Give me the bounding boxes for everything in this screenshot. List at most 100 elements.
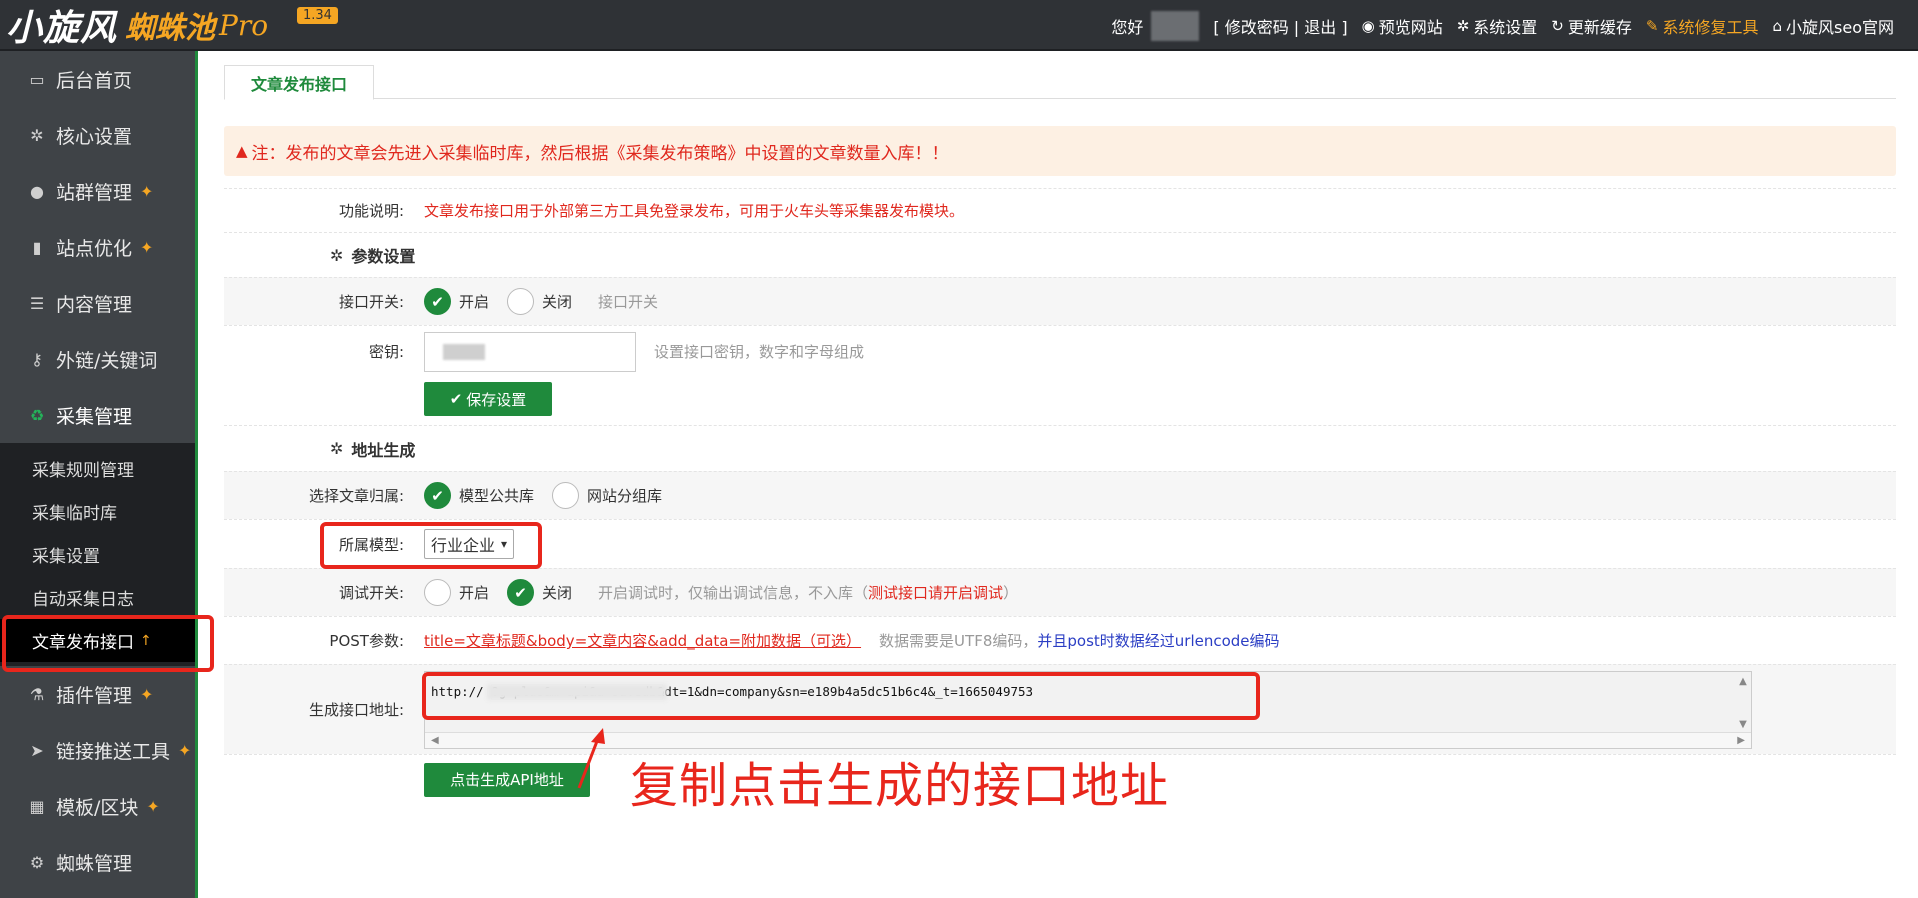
pin-icon: ✦ xyxy=(140,181,154,201)
radio-switch-on[interactable]: ✔ 开启 xyxy=(424,288,489,315)
debug-hint: 开启调试时，仅输出调试信息，不入库（测试接口请开启调试） xyxy=(598,582,1018,603)
scroll-up-icon: ▲ xyxy=(1739,675,1747,687)
radio-model-library[interactable]: ✔ 模型公共库 xyxy=(424,482,534,509)
subnav-collect-rules[interactable]: 采集规则管理 xyxy=(0,447,195,490)
radio-label: 关闭 xyxy=(542,584,573,602)
user-icon: ● xyxy=(30,181,44,201)
api-content: http:// ?g=plus&m=api&a=savedb&dt=1&dn=c… xyxy=(424,670,1752,749)
api-label: 生成接口地址: xyxy=(308,701,404,719)
annotation-arrow-icon xyxy=(577,728,605,789)
domain-redacted xyxy=(487,683,667,700)
radio-circle xyxy=(424,579,451,606)
key-label: 密钥: xyxy=(368,343,404,361)
grid-icon: ▦ xyxy=(29,796,45,816)
nav-repair-tool[interactable]: ✎ 系统修复工具 xyxy=(1646,14,1759,38)
key-hint: 设置接口密钥，数字和字母组成 xyxy=(654,343,865,361)
row-api-key: 密钥: 设置接口密钥，数字和字母组成 xyxy=(224,325,1896,377)
radio-switch-off[interactable]: 关闭 xyxy=(507,288,572,315)
warning-icon: ▲ xyxy=(236,142,248,160)
gear-icon: ✲ xyxy=(30,125,44,145)
sidebar-item-spiders[interactable]: ⚙ 蜘蛛管理 xyxy=(0,834,195,890)
nav-label: 系统设置 xyxy=(1473,17,1538,37)
key-icon: ⚷ xyxy=(31,349,43,369)
sidebar-item-content[interactable]: ☰ 内容管理 xyxy=(0,275,195,331)
post-params-link[interactable]: title=文章标题&body=文章内容&add_data=附加数据（可选） xyxy=(424,630,861,651)
radio-circle xyxy=(552,482,580,509)
recycle-icon: ♻ xyxy=(29,405,45,425)
subnav-label: 文章发布接口 xyxy=(32,633,134,653)
account-links[interactable]: [ 修改密码 | 退出 ] xyxy=(1213,14,1347,38)
sidebar-item-label: 模板/区块 xyxy=(56,796,139,819)
save-content: ✔ 保存设置 xyxy=(424,382,552,416)
logo-sub-text: 蜘蛛池 xyxy=(125,11,216,46)
document-icon: ☰ xyxy=(29,293,45,313)
sidebar-item-link-push[interactable]: ➤ 链接推送工具 ✦ xyxy=(0,722,195,778)
sidebar-item-links-keywords[interactable]: ⚷ 外链/关键词 xyxy=(0,331,195,387)
check-icon: ✔ xyxy=(424,482,451,509)
sidebar-item-site-optimize[interactable]: ▮ 站点优化 ✦ xyxy=(0,219,195,275)
radio-site-group-library[interactable]: 网站分组库 xyxy=(552,482,662,509)
model-content: 行业企业 ▾ xyxy=(424,529,515,559)
gear-icon: ✲ xyxy=(330,245,344,265)
radio-label: 模型公共库 xyxy=(459,487,535,505)
sidebar-item-label: 核心设置 xyxy=(56,125,133,148)
model-select[interactable]: 行业企业 ▾ xyxy=(424,529,515,559)
nav-update-cache[interactable]: ↻ 更新缓存 xyxy=(1551,14,1632,38)
radio-label: 关闭 xyxy=(542,293,573,311)
monitor-icon: ▭ xyxy=(29,69,45,89)
sidebar-item-templates[interactable]: ▦ 模板/区块 ✦ xyxy=(0,778,195,834)
debug-hint-red: 测试接口请开启调试 xyxy=(868,584,1004,602)
send-icon: ➤ xyxy=(30,740,44,760)
row-api-url: 生成接口地址: http:// ?g=plus&m=api&a=savedb&d… xyxy=(224,664,1896,754)
radio-debug-on[interactable]: 开启 xyxy=(424,579,489,606)
save-button-label: 保存设置 xyxy=(466,390,527,409)
section-url: ✲ 地址生成 xyxy=(224,425,1896,471)
vertical-scrollbar[interactable]: ▲ ▼ xyxy=(1735,672,1751,734)
nav-label: 更新缓存 xyxy=(1567,17,1632,37)
row-func-desc: 功能说明: 文章发布接口用于外部第三方工具免登录发布，可用于火车头等采集器发布模… xyxy=(224,188,1896,232)
sidebar-item-label: 站点优化 xyxy=(56,237,133,260)
nav-system-settings[interactable]: ✲ 系统设置 xyxy=(1457,14,1538,38)
sidebar-item-site-group[interactable]: ● 站群管理 ✦ xyxy=(0,163,195,219)
nav-label: 系统修复工具 xyxy=(1662,17,1759,37)
switch-options: ✔ 开启 关闭 接口开关 xyxy=(424,288,658,315)
sidebar: ▭ 后台首页 ✲ 核心设置 ● 站群管理 ✦ ▮ 站点优化 ✦ ☰ 内容管理 ⚷… xyxy=(0,51,198,898)
key-redacted xyxy=(443,343,485,360)
collect-subnav: 采集规则管理 采集临时库 采集设置 自动采集日志 文章发布接口 ↑ xyxy=(0,443,195,666)
refresh-icon: ↻ xyxy=(1551,16,1564,35)
tab-publish-api[interactable]: 文章发布接口 xyxy=(224,65,375,100)
nav-preview-site[interactable]: ◉ 预览网站 xyxy=(1362,14,1443,38)
subnav-collect-log[interactable]: 自动采集日志 xyxy=(0,576,195,619)
row-save: ✔ 保存设置 xyxy=(224,377,1896,421)
wrench-icon: ✎ xyxy=(1645,16,1659,35)
nav-official-site[interactable]: ⌂ 小旋风seo官网 xyxy=(1772,14,1894,38)
save-button[interactable]: ✔ 保存设置 xyxy=(424,382,552,416)
model-select-value: 行业企业 xyxy=(431,536,496,555)
username-redacted xyxy=(1151,10,1200,41)
greeting-text: 您好 xyxy=(1111,17,1144,37)
sidebar-item-plugins[interactable]: ⚗ 插件管理 ✦ xyxy=(0,666,195,722)
row-model: 所属模型: 行业企业 ▾ xyxy=(224,519,1896,568)
android-icon: ⚙ xyxy=(29,852,45,872)
section-url-title: ✲ 地址生成 xyxy=(224,437,415,461)
api-url-textarea[interactable]: http:// ?g=plus&m=api&a=savedb&dt=1&dn=c… xyxy=(424,670,1752,749)
chevron-down-icon: ▾ xyxy=(501,537,508,551)
section-params-title: ✲ 参数设置 xyxy=(224,243,415,267)
post-hint: 数据需要是UTF8编码，并且post时数据经过urlencode编码 xyxy=(879,630,1279,651)
sidebar-item-core-settings[interactable]: ✲ 核心设置 xyxy=(0,107,195,163)
subnav-collect-temp[interactable]: 采集临时库 xyxy=(0,490,195,533)
subnav-collect-settings[interactable]: 采集设置 xyxy=(0,533,195,576)
arrow-up-icon: ↑ xyxy=(140,632,152,649)
sidebar-item-label: 站群管理 xyxy=(56,181,133,204)
key-input[interactable] xyxy=(424,331,636,372)
sidebar-item-dashboard[interactable]: ▭ 后台首页 xyxy=(0,51,195,107)
home-icon: ⌂ xyxy=(1772,16,1783,35)
generate-api-button[interactable]: 点击生成API地址 xyxy=(424,762,590,797)
logo-pro-text: Pro xyxy=(219,8,269,42)
radio-debug-off[interactable]: ✔ 关闭 xyxy=(507,579,572,606)
sidebar-item-collect[interactable]: ♻ 采集管理 xyxy=(0,387,195,443)
sidebar-item-label: 内容管理 xyxy=(56,293,133,316)
subnav-publish-api[interactable]: 文章发布接口 ↑ xyxy=(0,619,195,662)
debug-label: 调试开关: xyxy=(338,584,404,602)
radio-label: 网站分组库 xyxy=(587,487,663,505)
